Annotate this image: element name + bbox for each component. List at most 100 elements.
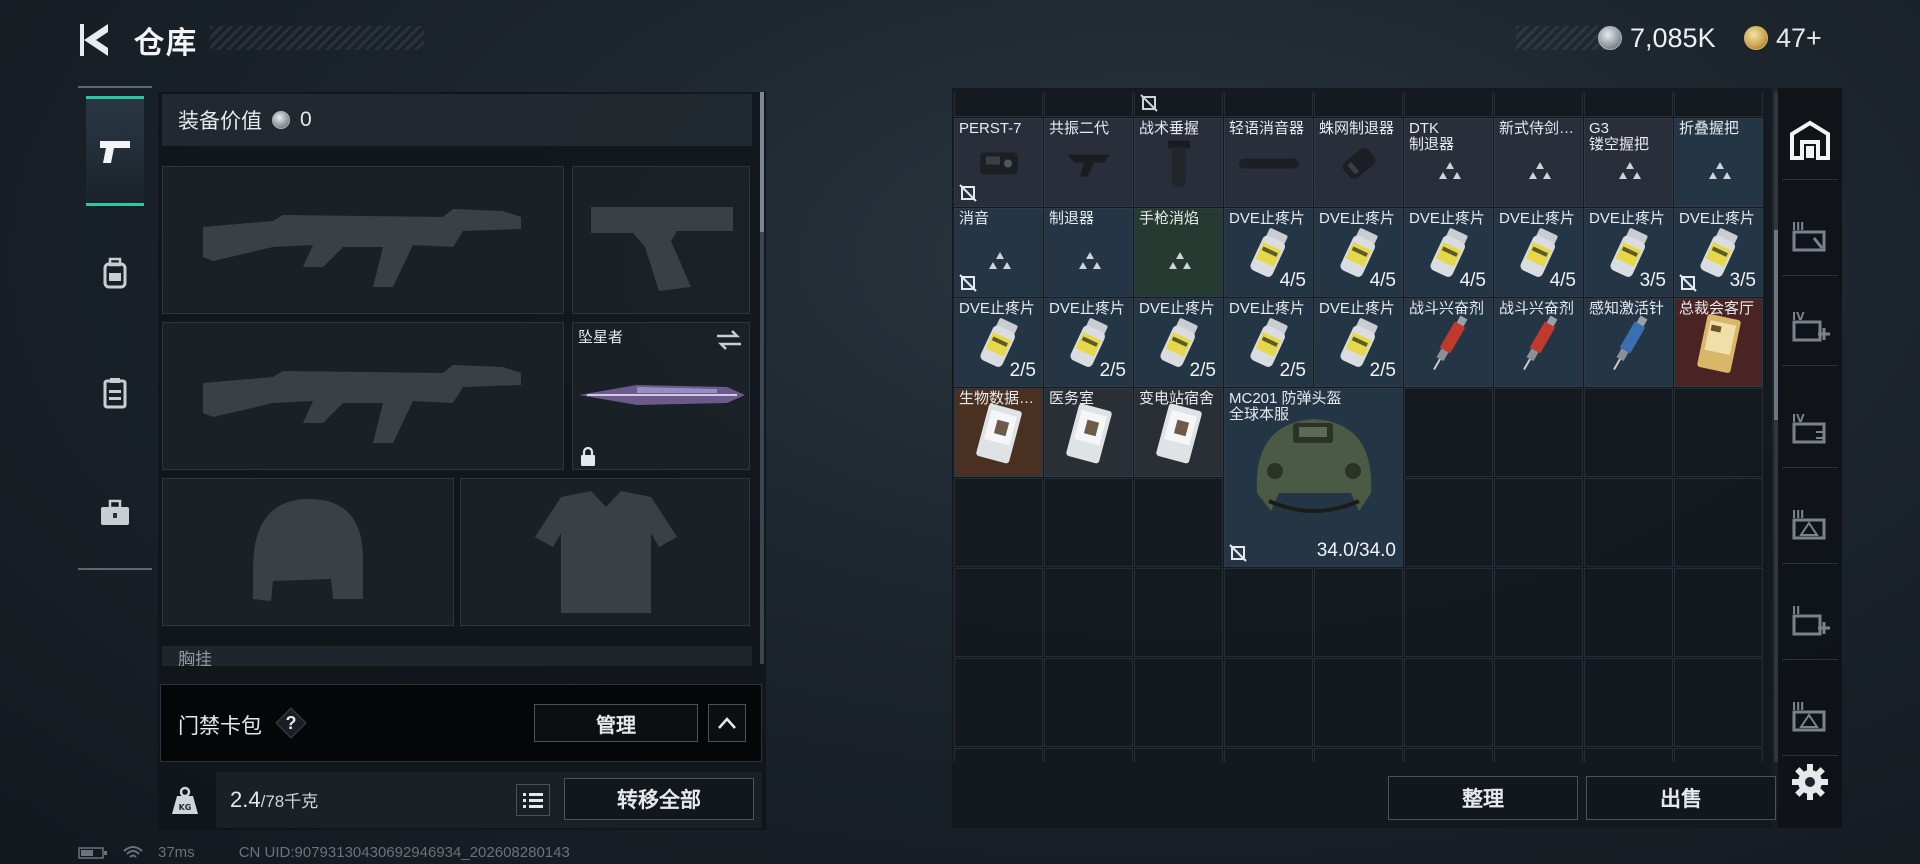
storage-item[interactable]: MC201 防弹头盔 全球本服 34.0/34.0 [1224, 388, 1403, 567]
grid-cell[interactable] [1044, 92, 1133, 117]
storage-item[interactable]: DVE止疼片 2/5 [1224, 298, 1313, 387]
storage-item[interactable]: DVE止疼片 4/5 [1314, 208, 1403, 297]
storage-item[interactable]: 蛛网制退器 [1314, 118, 1403, 207]
grid-cell[interactable] [1674, 658, 1763, 747]
storage-item[interactable]: 医务室 [1044, 388, 1133, 477]
grid-cell[interactable] [1134, 568, 1223, 657]
storage-item[interactable]: G3 镂空握把 [1584, 118, 1673, 207]
tab-storage-page-3-alt[interactable]: III [1782, 484, 1838, 564]
collapse-button[interactable] [708, 704, 746, 742]
body-armor-slot[interactable] [460, 478, 750, 626]
grid-cell[interactable] [1584, 92, 1673, 117]
help-button[interactable]: ? [275, 707, 307, 739]
grid-cell[interactable] [1674, 388, 1763, 477]
grid-cell[interactable] [954, 658, 1043, 747]
storage-item[interactable]: 感知激活针 [1584, 298, 1673, 387]
storage-item[interactable]: 制退器 [1044, 208, 1133, 297]
grid-cell[interactable] [1404, 748, 1493, 762]
list-view-button[interactable] [516, 784, 550, 816]
grid-cell[interactable] [1044, 568, 1133, 657]
grid-cell[interactable] [1314, 658, 1403, 747]
grid-cell[interactable] [1044, 658, 1133, 747]
grid-cell[interactable] [1134, 748, 1223, 762]
grid-cell[interactable] [1494, 478, 1583, 567]
tab-storage-main[interactable] [1782, 100, 1838, 180]
storage-item[interactable]: DVE止疼片 2/5 [1314, 298, 1403, 387]
transfer-all-button[interactable]: 转移全部 [564, 778, 754, 820]
grid-cell[interactable] [954, 568, 1043, 657]
grid-cell[interactable] [1314, 568, 1403, 657]
storage-item[interactable]: DVE止疼片 2/5 [954, 298, 1043, 387]
settings-button[interactable] [1790, 762, 1830, 802]
sidearm-slot[interactable] [572, 166, 750, 314]
grid-cell[interactable] [1494, 92, 1583, 117]
storage-item[interactable]: 消音 [954, 208, 1043, 297]
grid-cell[interactable] [1044, 748, 1133, 762]
grid-cell[interactable] [1584, 658, 1673, 747]
back-button[interactable] [78, 20, 114, 60]
sort-button[interactable]: 整理 [1388, 776, 1578, 820]
storage-item[interactable]: 手枪消焰 [1134, 208, 1223, 297]
grid-cell[interactable] [1584, 748, 1673, 762]
storage-item[interactable]: 轻语消音器 [1224, 118, 1313, 207]
grid-cell[interactable] [1494, 658, 1583, 747]
grid-cell[interactable] [1494, 388, 1583, 477]
grid-cell[interactable] [954, 478, 1043, 567]
swap-icon[interactable] [715, 329, 743, 351]
tab-chest-rig[interactable] [86, 338, 144, 448]
storage-item[interactable]: PERST-7 [954, 118, 1043, 207]
storage-item[interactable]: DVE止疼片 4/5 [1404, 208, 1493, 297]
grid-cell[interactable] [1674, 568, 1763, 657]
storage-item[interactable]: DVE止疼片 3/5 [1674, 208, 1763, 297]
storage-item[interactable]: DVE止疼片 2/5 [1044, 298, 1133, 387]
grid-cell[interactable] [1584, 568, 1673, 657]
grid-cell[interactable] [1044, 478, 1133, 567]
grid-cell[interactable] [1404, 92, 1493, 117]
loadout-scrollbar-thumb[interactable] [760, 92, 764, 232]
storage-item[interactable]: 新式侍剑… [1494, 118, 1583, 207]
grid-cell[interactable] [1404, 568, 1493, 657]
grid-cell[interactable] [1224, 92, 1313, 117]
grid-cell[interactable] [1404, 658, 1493, 747]
storage-item[interactable]: 共振二代 [1044, 118, 1133, 207]
grid-cell[interactable] [1314, 748, 1403, 762]
tab-weapons[interactable] [86, 96, 144, 206]
storage-item[interactable]: 战斗兴奋剂 [1404, 298, 1493, 387]
storage-item[interactable]: DVE止疼片 3/5 [1584, 208, 1673, 297]
grid-cell[interactable] [1404, 478, 1493, 567]
tab-storage-page-2-add[interactable]: II [1782, 580, 1838, 660]
grid-cell[interactable] [1224, 658, 1313, 747]
storage-item[interactable]: 战术垂握 [1134, 118, 1223, 207]
storage-item[interactable]: 战斗兴奋剂 [1494, 298, 1583, 387]
grid-cell[interactable] [1674, 478, 1763, 567]
storage-item[interactable]: 生物数据… [954, 388, 1043, 477]
tab-storage-page-4-add[interactable]: IV [1782, 286, 1838, 366]
storage-item[interactable]: DTK 制退器 [1404, 118, 1493, 207]
storage-item[interactable]: DVE止疼片 2/5 [1134, 298, 1223, 387]
grid-cell[interactable] [1494, 748, 1583, 762]
grid-cell[interactable] [1584, 388, 1673, 477]
tab-storage-page-2[interactable]: III [1782, 676, 1838, 756]
secondary-weapon-slot[interactable] [162, 322, 564, 470]
tab-briefcase[interactable] [86, 458, 144, 568]
grid-cell[interactable] [954, 92, 1043, 117]
sell-button[interactable]: 出售 [1586, 776, 1776, 820]
storage-item[interactable]: 折叠握把 [1674, 118, 1763, 207]
grid-cell[interactable] [1584, 478, 1673, 567]
tab-backpack[interactable] [86, 218, 144, 328]
grid-cell[interactable] [1314, 92, 1403, 117]
grid-cell[interactable] [1404, 388, 1493, 477]
storage-item[interactable]: DVE止疼片 4/5 [1494, 208, 1583, 297]
tab-storage-page-4[interactable]: IV [1782, 388, 1838, 468]
storage-item[interactable]: 变电站宿舍 [1134, 388, 1223, 477]
grid-cell[interactable] [1494, 568, 1583, 657]
grid-cell[interactable] [1224, 568, 1313, 657]
grid-cell[interactable] [1674, 748, 1763, 762]
primary-weapon-slot[interactable] [162, 166, 564, 314]
grid-cell[interactable] [954, 748, 1043, 762]
tab-storage-page-3[interactable]: III [1782, 196, 1838, 276]
manage-button[interactable]: 管理 [534, 704, 698, 742]
grid-cell[interactable] [1224, 748, 1313, 762]
helmet-slot[interactable] [162, 478, 454, 626]
storage-item[interactable]: DVE止疼片 4/5 [1224, 208, 1313, 297]
